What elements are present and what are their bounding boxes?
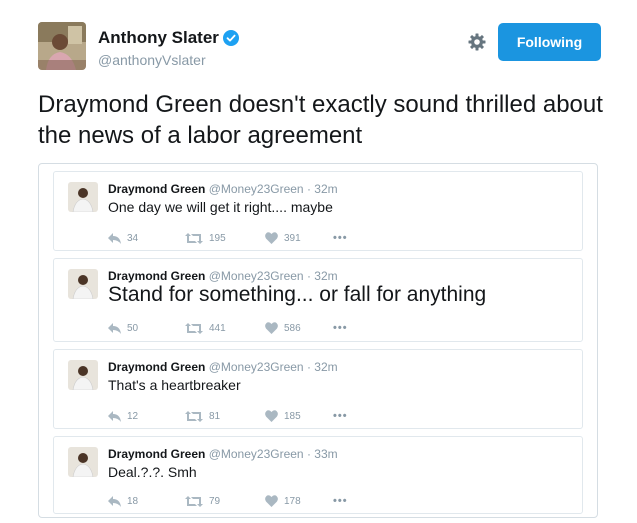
author-name-row: Anthony Slater bbox=[98, 28, 239, 48]
embedded-tweet-2: Draymond Green @Money23Green · 32m Stand… bbox=[53, 258, 583, 342]
reply-action: 18 bbox=[108, 495, 185, 507]
retweet-count: 79 bbox=[209, 495, 221, 507]
embedded-actions: 12 81 185 ••• bbox=[108, 410, 348, 422]
like-count: 391 bbox=[284, 232, 301, 244]
heart-icon bbox=[265, 495, 278, 507]
heart-icon bbox=[265, 322, 278, 334]
embedded-text: Deal.?.?. Smh bbox=[108, 464, 197, 480]
embedded-avatar bbox=[68, 182, 98, 212]
embedded-text: Stand for something... or fall for anyth… bbox=[108, 283, 487, 306]
heart-icon bbox=[265, 232, 278, 244]
gear-icon[interactable] bbox=[467, 32, 487, 52]
retweet-action: 79 bbox=[185, 495, 265, 507]
like-count: 185 bbox=[284, 410, 301, 422]
retweet-count: 195 bbox=[209, 232, 226, 244]
embedded-avatar bbox=[68, 269, 98, 299]
embedded-tweet-1: Draymond Green @Money23Green · 32m One d… bbox=[53, 171, 583, 251]
retweet-count: 441 bbox=[209, 322, 226, 334]
embedded-header: Draymond Green @Money23Green · 32m bbox=[108, 269, 338, 283]
embedded-actions: 50 441 586 ••• bbox=[108, 322, 348, 334]
embedded-name: Draymond Green bbox=[108, 269, 206, 283]
reply-count: 34 bbox=[127, 232, 139, 244]
embedded-tweet-3: Draymond Green @Money23Green · 32m That'… bbox=[53, 349, 583, 429]
embedded-text: That's a heartbreaker bbox=[108, 377, 241, 393]
reply-count: 50 bbox=[127, 322, 139, 334]
retweet-icon bbox=[185, 232, 203, 244]
author-avatar[interactable] bbox=[38, 22, 86, 70]
embedded-avatar bbox=[68, 360, 98, 390]
embedded-time: · 32m bbox=[306, 360, 338, 374]
embedded-avatar bbox=[68, 447, 98, 477]
reply-icon bbox=[108, 322, 121, 334]
retweet-icon bbox=[185, 495, 203, 507]
tweet-text: Draymond Green doesn't exactly sound thr… bbox=[38, 91, 603, 149]
embedded-handle: @Money23Green bbox=[208, 360, 304, 374]
embedded-tweet-4: Draymond Green @Money23Green · 33m Deal.… bbox=[53, 436, 583, 514]
reply-action: 50 bbox=[108, 322, 185, 334]
retweet-icon bbox=[185, 322, 203, 334]
retweet-count: 81 bbox=[209, 410, 221, 422]
retweet-icon bbox=[185, 410, 203, 422]
like-action: 586 bbox=[265, 322, 333, 334]
embedded-header: Draymond Green @Money23Green · 33m bbox=[108, 447, 338, 461]
author-handle[interactable]: @anthonyVslater bbox=[98, 52, 206, 68]
like-action: 178 bbox=[265, 495, 333, 507]
reply-count: 18 bbox=[127, 495, 139, 507]
embedded-name: Draymond Green bbox=[108, 182, 206, 196]
embedded-handle: @Money23Green bbox=[208, 269, 304, 283]
embedded-time: · 33m bbox=[306, 447, 338, 461]
embedded-actions: 18 79 178 ••• bbox=[108, 495, 348, 507]
more-dots-icon: ••• bbox=[333, 232, 348, 244]
embedded-time: · 32m bbox=[306, 182, 338, 196]
more-dots-icon: ••• bbox=[333, 322, 348, 334]
embedded-handle: @Money23Green bbox=[208, 182, 304, 196]
verified-badge-icon bbox=[222, 30, 239, 46]
like-action: 185 bbox=[265, 410, 333, 422]
heart-icon bbox=[265, 410, 278, 422]
reply-action: 34 bbox=[108, 232, 185, 244]
tweet-media[interactable]: Draymond Green @Money23Green · 32m One d… bbox=[38, 163, 598, 518]
like-action: 391 bbox=[265, 232, 333, 244]
embedded-header: Draymond Green @Money23Green · 32m bbox=[108, 360, 338, 374]
more-dots-icon: ••• bbox=[333, 410, 348, 422]
reply-icon bbox=[108, 410, 121, 422]
reply-count: 12 bbox=[127, 410, 139, 422]
embedded-header: Draymond Green @Money23Green · 32m bbox=[108, 182, 338, 196]
embedded-handle: @Money23Green bbox=[208, 447, 304, 461]
embedded-name: Draymond Green bbox=[108, 447, 206, 461]
retweet-action: 81 bbox=[185, 410, 265, 422]
author-name[interactable]: Anthony Slater bbox=[98, 28, 219, 48]
reply-icon bbox=[108, 232, 121, 244]
retweet-action: 195 bbox=[185, 232, 265, 244]
more-dots-icon: ••• bbox=[333, 495, 348, 507]
like-count: 178 bbox=[284, 495, 301, 507]
reply-icon bbox=[108, 495, 121, 507]
embedded-actions: 34 195 391 ••• bbox=[108, 232, 348, 244]
reply-action: 12 bbox=[108, 410, 185, 422]
retweet-action: 441 bbox=[185, 322, 265, 334]
embedded-text: One day we will get it right.... maybe bbox=[108, 199, 333, 215]
embedded-time: · 32m bbox=[306, 269, 338, 283]
following-button[interactable]: Following bbox=[498, 23, 601, 61]
like-count: 586 bbox=[284, 322, 301, 334]
embedded-name: Draymond Green bbox=[108, 360, 206, 374]
